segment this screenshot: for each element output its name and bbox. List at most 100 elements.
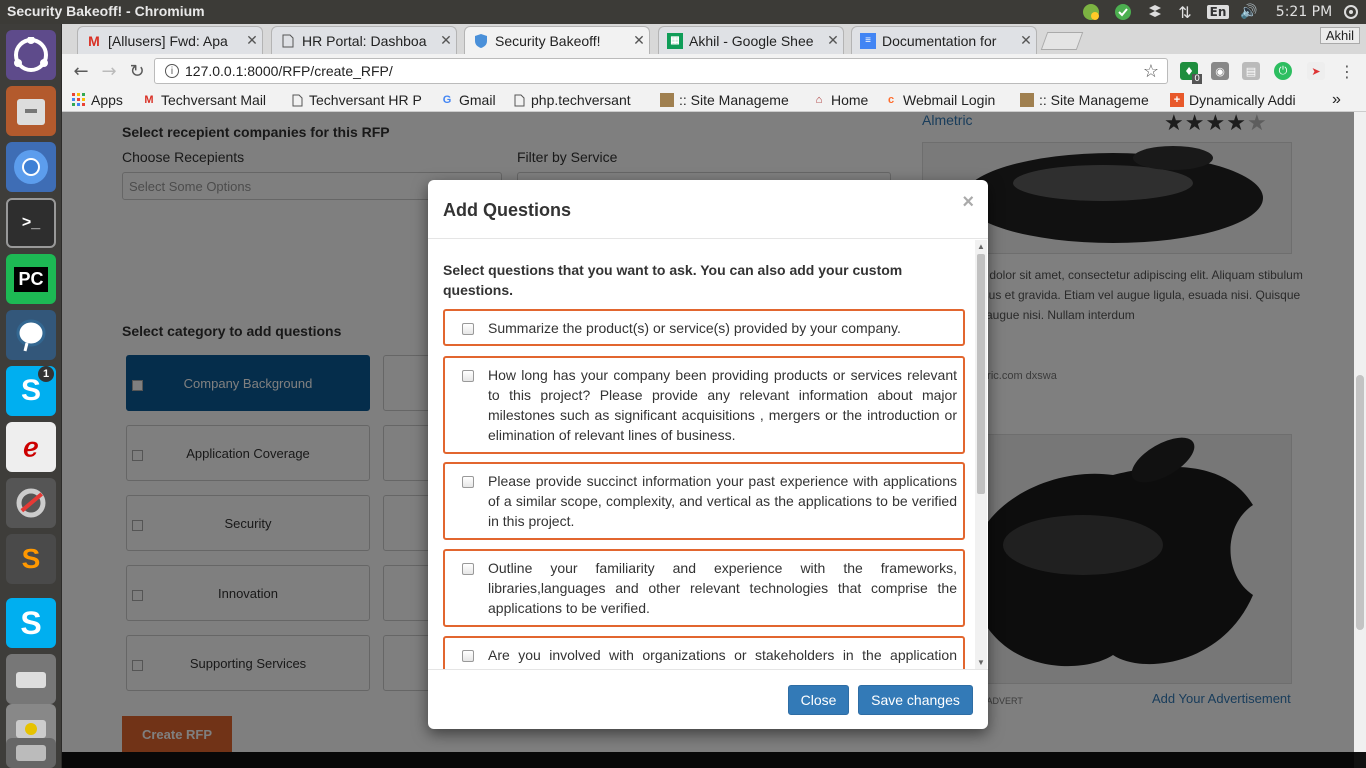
- question-checkbox[interactable]: [462, 563, 474, 575]
- bookmark-php-techversant[interactable]: php.techversant: [512, 90, 650, 110]
- bookmarks-overflow-chevron[interactable]: »: [1332, 90, 1352, 110]
- browser-toolbar: ← → ↻ i 127.0.0.1:8000/RFP/create_RFP/ ☆…: [62, 54, 1366, 88]
- close-tab-icon[interactable]: ✕: [242, 32, 262, 49]
- question-item[interactable]: Outline your familiarity and experience …: [443, 549, 965, 627]
- question-checkbox[interactable]: [462, 323, 474, 335]
- close-tab-icon[interactable]: ✕: [629, 32, 649, 49]
- menu-dots-icon[interactable]: ⋮: [1334, 59, 1360, 83]
- new-tab-button[interactable]: [1040, 32, 1084, 50]
- keyboard-language-indicator[interactable]: En: [1206, 2, 1230, 22]
- network-transfer-icon[interactable]: ⇅: [1174, 2, 1196, 22]
- plus-icon: +: [1170, 93, 1184, 107]
- tab-allusers-mail[interactable]: M [Allusers] Fwd: Apa ✕: [77, 26, 263, 54]
- question-item[interactable]: Summarize the product(s) or service(s) p…: [443, 309, 965, 346]
- bookmark-label: Dynamically Addi: [1189, 92, 1296, 108]
- close-tab-icon[interactable]: ✕: [436, 32, 456, 49]
- add-questions-modal: Add Questions × Select questions that yo…: [428, 180, 988, 729]
- document-viewer-icon[interactable]: ℯ: [6, 422, 56, 472]
- modal-intro-text: Select questions that you want to ask. Y…: [443, 262, 903, 298]
- disk-drive-icon[interactable]: [6, 654, 56, 704]
- bookmark-webmail-login[interactable]: c Webmail Login: [884, 90, 1012, 110]
- pgadmin-elephant-icon[interactable]: [6, 310, 56, 360]
- window-icon[interactable]: ▤: [1242, 62, 1260, 80]
- info-icon[interactable]: i: [165, 64, 179, 78]
- tab-label: Akhil - Google Shee: [689, 32, 814, 49]
- cast-extension-icon[interactable]: ➤: [1307, 62, 1325, 80]
- bookmark-techversant-hr[interactable]: Techversant HR P: [290, 90, 428, 110]
- question-checkbox[interactable]: [462, 370, 474, 382]
- question-text: Are you involved with organizations or s…: [488, 647, 957, 669]
- url-text: 127.0.0.1:8000/RFP/create_RFP/: [185, 63, 393, 79]
- bookmark-label: Gmail: [459, 92, 496, 108]
- bookmark-label: :: Site Manageme: [1039, 92, 1149, 108]
- profile-user-badge[interactable]: Akhil: [1319, 27, 1360, 44]
- clock[interactable]: 5:21 PM: [1274, 2, 1334, 22]
- bookmark-techversant-mail[interactable]: M Techversant Mail: [142, 90, 282, 110]
- close-icon[interactable]: ×: [962, 191, 974, 214]
- camera-icon[interactable]: ◉: [1211, 62, 1229, 80]
- pycharm-icon[interactable]: PC: [6, 254, 56, 304]
- ubuntu-dash-icon[interactable]: [6, 30, 56, 80]
- chromium-icon[interactable]: [6, 142, 56, 192]
- question-item[interactable]: Are you involved with organizations or s…: [443, 636, 965, 669]
- bookmark-home[interactable]: ⌂ Home: [812, 90, 876, 110]
- bookmark-gmail[interactable]: G Gmail: [440, 90, 502, 110]
- bookmark-dynamically-adding[interactable]: + Dynamically Addi: [1170, 90, 1320, 110]
- language-label: En: [1206, 5, 1230, 19]
- sync-check-icon[interactable]: [1112, 2, 1134, 22]
- bookmark-label: Techversant Mail: [161, 92, 267, 108]
- extension-green-icon[interactable]: ♦ 0: [1180, 62, 1202, 84]
- evernote-power-icon[interactable]: ⏻: [1274, 62, 1292, 80]
- site-icon: [1020, 93, 1034, 107]
- scroll-up-arrow-icon[interactable]: ▲: [977, 242, 985, 251]
- system-top-panel: Security Bakeoff! - Chromium ⇅ En 🔊 5:21…: [0, 0, 1366, 24]
- cpanel-icon: c: [887, 94, 895, 106]
- bookmark-apps[interactable]: Apps: [72, 90, 132, 110]
- tab-label: [Allusers] Fwd: Apa: [108, 32, 228, 49]
- usb-drive-icon[interactable]: [6, 738, 56, 768]
- skype-beta-icon[interactable]: S1: [6, 366, 56, 416]
- files-icon[interactable]: [6, 86, 56, 136]
- close-tab-icon[interactable]: ✕: [1016, 32, 1036, 49]
- skype-icon[interactable]: S: [6, 598, 56, 648]
- close-button[interactable]: Close: [788, 685, 849, 715]
- tab-label: Documentation for: [882, 32, 997, 49]
- clock-time: 5:21 PM: [1275, 4, 1333, 20]
- bookmark-site-management-1[interactable]: :: Site Manageme: [660, 90, 800, 110]
- volume-icon[interactable]: 🔊: [1238, 2, 1260, 22]
- bookmark-star-icon[interactable]: ☆: [1143, 61, 1159, 82]
- question-item[interactable]: How long has your company been providing…: [443, 356, 965, 454]
- scroll-down-arrow-icon[interactable]: ▼: [977, 658, 985, 667]
- tab-documentation[interactable]: ≡ Documentation for ✕: [851, 26, 1037, 54]
- question-checkbox[interactable]: [462, 476, 474, 488]
- back-arrow-icon[interactable]: ←: [68, 59, 94, 83]
- update-notifier-icon[interactable]: [1080, 2, 1102, 22]
- page-icon: [290, 93, 304, 107]
- sublime-text-icon[interactable]: S: [6, 534, 56, 584]
- forward-arrow-icon[interactable]: →: [96, 59, 122, 83]
- tab-security-bakeoff[interactable]: Security Bakeoff! ✕: [464, 26, 650, 54]
- page-icon: [280, 33, 296, 49]
- save-changes-button[interactable]: Save changes: [858, 685, 973, 715]
- reload-icon[interactable]: ↻: [124, 59, 150, 83]
- save-button-label: Save changes: [871, 692, 960, 708]
- bookmark-site-management-2[interactable]: :: Site Manageme: [1020, 90, 1160, 110]
- modal-header: Add Questions ×: [428, 180, 988, 239]
- close-tab-icon[interactable]: ✕: [823, 32, 843, 49]
- system-settings-icon[interactable]: [6, 478, 56, 528]
- terminal-icon[interactable]: >_: [6, 198, 56, 248]
- question-checkbox[interactable]: [462, 650, 474, 662]
- question-text: How long has your company been providing…: [488, 367, 957, 443]
- docs-icon: ≡: [860, 32, 876, 49]
- tab-hr-portal[interactable]: HR Portal: Dashboa ✕: [271, 26, 457, 54]
- skype-badge: 1: [38, 366, 54, 382]
- tab-google-sheet[interactable]: ▦ Akhil - Google Shee ✕: [658, 26, 844, 54]
- dropbox-icon[interactable]: [1144, 2, 1166, 22]
- power-gear-icon[interactable]: [1340, 2, 1362, 22]
- tab-label: HR Portal: Dashboa: [302, 32, 427, 49]
- page-scrollbar-thumb[interactable]: [1356, 375, 1364, 630]
- question-item[interactable]: Please provide succinct information your…: [443, 462, 965, 540]
- close-button-label: Close: [800, 692, 837, 708]
- address-bar[interactable]: i 127.0.0.1:8000/RFP/create_RFP/ ☆: [154, 58, 1168, 84]
- modal-scrollbar-thumb[interactable]: [977, 254, 985, 494]
